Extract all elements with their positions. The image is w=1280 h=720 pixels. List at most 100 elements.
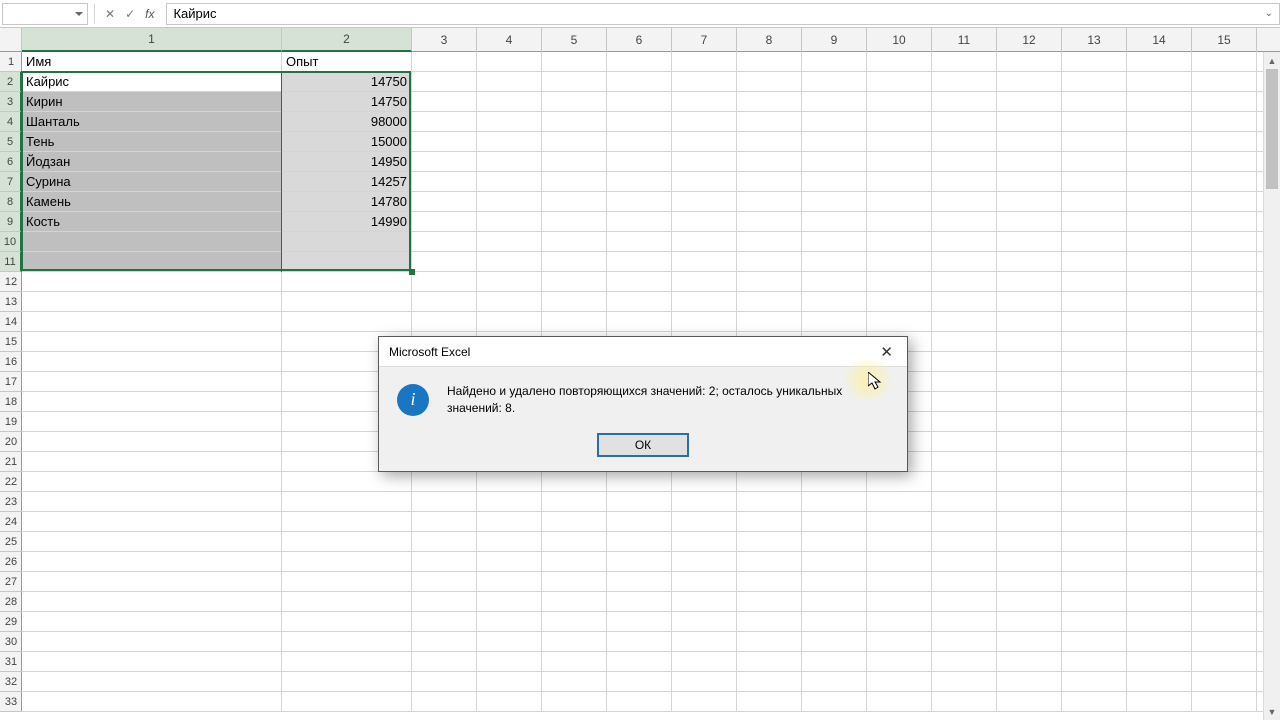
cell[interactable] — [1127, 232, 1192, 252]
cell[interactable] — [737, 192, 802, 212]
cell[interactable] — [737, 612, 802, 632]
cell[interactable] — [542, 472, 607, 492]
cell[interactable] — [1127, 472, 1192, 492]
cell[interactable] — [997, 172, 1062, 192]
cell[interactable] — [412, 652, 477, 672]
cell[interactable] — [997, 352, 1062, 372]
column-header[interactable]: 8 — [737, 28, 802, 52]
cell[interactable]: 15000 — [282, 132, 412, 152]
cell[interactable] — [1127, 252, 1192, 272]
cell[interactable] — [477, 192, 542, 212]
cell[interactable] — [1127, 172, 1192, 192]
cell[interactable] — [737, 692, 802, 712]
cell[interactable] — [1062, 672, 1127, 692]
cell[interactable] — [542, 692, 607, 712]
cell[interactable] — [22, 292, 282, 312]
row-header[interactable]: 13 — [0, 292, 22, 312]
cell[interactable] — [477, 512, 542, 532]
column-header[interactable]: 7 — [672, 28, 737, 52]
cell[interactable] — [997, 292, 1062, 312]
column-header[interactable]: 6 — [607, 28, 672, 52]
cell[interactable]: Кайрис — [22, 72, 282, 92]
cell[interactable] — [1127, 312, 1192, 332]
cell[interactable] — [412, 232, 477, 252]
cell[interactable] — [802, 172, 867, 192]
name-box[interactable] — [2, 3, 88, 25]
cell[interactable] — [672, 672, 737, 692]
cell[interactable] — [672, 652, 737, 672]
cell[interactable] — [282, 252, 412, 272]
cell[interactable] — [867, 312, 932, 332]
cell[interactable] — [672, 72, 737, 92]
cell[interactable] — [412, 532, 477, 552]
cell[interactable] — [1062, 652, 1127, 672]
cell[interactable] — [867, 52, 932, 72]
cell[interactable] — [672, 132, 737, 152]
cell[interactable] — [867, 252, 932, 272]
cell[interactable] — [737, 532, 802, 552]
cell[interactable] — [282, 612, 412, 632]
cell[interactable] — [672, 492, 737, 512]
cell[interactable] — [542, 152, 607, 172]
cell[interactable] — [932, 152, 997, 172]
cell[interactable] — [1062, 352, 1127, 372]
cell[interactable] — [282, 592, 412, 612]
cell[interactable] — [412, 692, 477, 712]
cell[interactable] — [737, 492, 802, 512]
cell[interactable] — [802, 592, 867, 612]
cell[interactable] — [932, 332, 997, 352]
cell[interactable] — [997, 212, 1062, 232]
cell[interactable] — [477, 652, 542, 672]
cell[interactable] — [1192, 632, 1257, 652]
column-header[interactable]: 9 — [802, 28, 867, 52]
cell[interactable] — [22, 592, 282, 612]
cell[interactable] — [932, 232, 997, 252]
cell[interactable] — [1192, 52, 1257, 72]
fx-icon[interactable]: fx — [145, 7, 154, 21]
cell[interactable] — [542, 112, 607, 132]
row-header[interactable]: 7 — [0, 172, 22, 192]
cell[interactable] — [867, 472, 932, 492]
cell[interactable] — [282, 312, 412, 332]
cell[interactable] — [22, 472, 282, 492]
cell[interactable] — [997, 152, 1062, 172]
cell[interactable] — [1127, 452, 1192, 472]
cell[interactable] — [997, 52, 1062, 72]
column-header[interactable]: 15 — [1192, 28, 1257, 52]
cell[interactable] — [542, 672, 607, 692]
cell[interactable] — [22, 332, 282, 352]
cell[interactable] — [672, 512, 737, 532]
cell[interactable] — [737, 512, 802, 532]
cell[interactable] — [997, 112, 1062, 132]
cell[interactable] — [932, 312, 997, 332]
cell[interactable] — [542, 172, 607, 192]
row-header[interactable]: 33 — [0, 692, 22, 712]
cell[interactable] — [997, 432, 1062, 452]
cell[interactable] — [542, 532, 607, 552]
cell[interactable] — [867, 292, 932, 312]
cell[interactable] — [802, 532, 867, 552]
cell[interactable] — [412, 572, 477, 592]
cell[interactable] — [867, 232, 932, 252]
cell[interactable] — [412, 212, 477, 232]
cell[interactable] — [1192, 692, 1257, 712]
cell[interactable] — [477, 672, 542, 692]
cell[interactable] — [477, 52, 542, 72]
cell[interactable] — [802, 492, 867, 512]
cell[interactable] — [1192, 212, 1257, 232]
cell[interactable] — [932, 72, 997, 92]
column-header[interactable]: 1 — [22, 28, 282, 52]
cell[interactable] — [22, 372, 282, 392]
cell[interactable] — [607, 532, 672, 552]
cell[interactable] — [997, 472, 1062, 492]
cell[interactable] — [412, 112, 477, 132]
cell[interactable] — [477, 172, 542, 192]
cell[interactable] — [607, 212, 672, 232]
row-header[interactable]: 24 — [0, 512, 22, 532]
cell[interactable] — [1192, 252, 1257, 272]
cell[interactable] — [932, 272, 997, 292]
cell[interactable] — [22, 392, 282, 412]
row-header[interactable]: 11 — [0, 252, 22, 272]
cell[interactable]: 14990 — [282, 212, 412, 232]
cell[interactable] — [802, 312, 867, 332]
